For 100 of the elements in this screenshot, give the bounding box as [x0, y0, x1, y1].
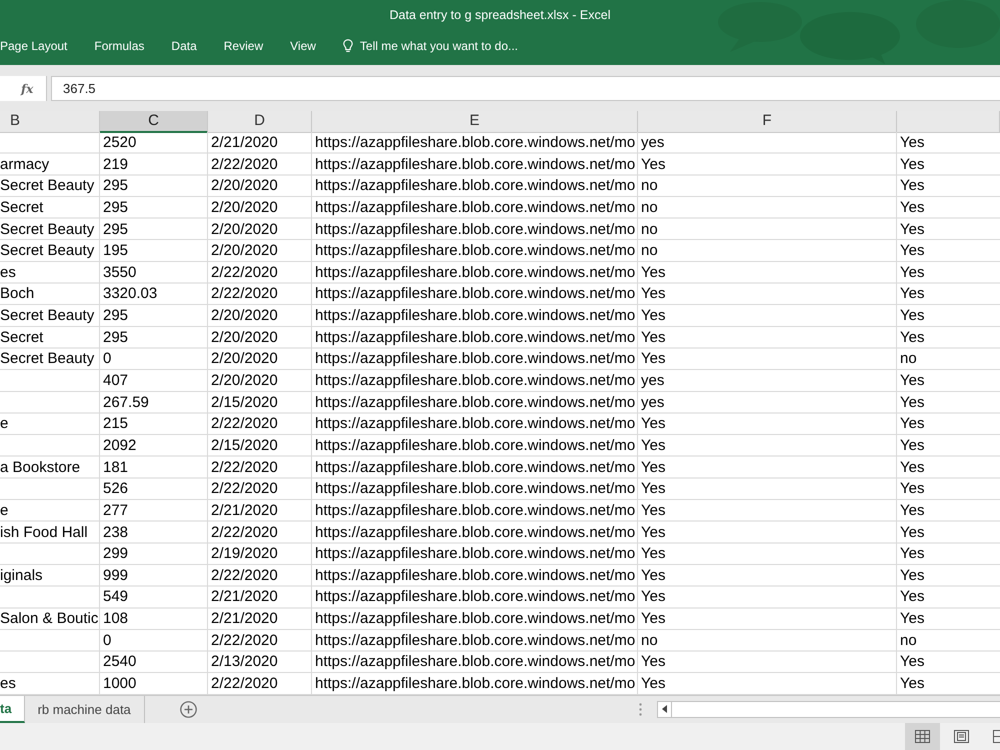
table-cell-text: 219 — [102, 154, 130, 175]
table-cell-text: 549 — [102, 587, 130, 608]
table-cell-text: 526 — [102, 479, 130, 500]
table-cell-text: 295 — [102, 176, 130, 196]
table-cell-text: 2/20/2020 — [210, 328, 279, 348]
table-cell-text: https://azappfileshare.blob.core.windows.net/mo — [314, 500, 636, 521]
table-cell-text: no — [640, 241, 659, 262]
table-cell-text: 2/22/2020 — [210, 674, 279, 694]
table-cell-text: Yes — [899, 371, 926, 392]
table-cell-text: 2/15/2020 — [210, 436, 279, 456]
table-cell-text: no — [640, 198, 659, 218]
ribbon-tab[interactable]: Formulas — [94, 36, 144, 56]
tell-me-search-field[interactable]: Tell me what you want to do... — [342, 36, 518, 56]
table-cell-text: 295 — [102, 198, 130, 218]
table-cell-text: https://azappfileshare.blob.core.windows.net/mo — [314, 349, 636, 370]
column-header[interactable]: F — [638, 111, 897, 133]
table-cell-text: e — [0, 500, 10, 521]
table-cell-text: no — [640, 176, 659, 196]
table-cell-text: Yes — [899, 306, 926, 326]
ribbon-tab[interactable]: View — [290, 36, 316, 56]
table-cell-text: es — [0, 262, 17, 283]
table-cell-text: Yes — [899, 262, 926, 283]
horizontal-scrollbar[interactable] — [657, 700, 1000, 718]
table-cell-text: Yes — [640, 500, 666, 521]
table-cell-text: https://azappfileshare.blob.core.windows.net/mo — [314, 544, 636, 564]
window-title: Data entry to g spreadsheet.xlsx - Excel — [390, 8, 610, 22]
table-cell-text: https://azappfileshare.blob.core.windows.net/mo — [314, 262, 636, 283]
table-cell-text: 2/22/2020 — [210, 566, 279, 586]
table-cell-text: Yes — [640, 479, 666, 500]
ribbon-tab[interactable]: Review — [224, 36, 264, 56]
table-cell-text: no — [640, 220, 659, 240]
table-cell-text: https://azappfileshare.blob.core.windows.net/mo — [314, 674, 636, 694]
table-cell-text: 3550 — [102, 262, 138, 283]
table-cell-text: Yes — [899, 220, 926, 240]
table-cell-text: Yes — [899, 609, 926, 630]
table-cell-text: Yes — [640, 566, 666, 586]
column-header[interactable]: B — [0, 111, 100, 133]
table-cell-text: 2/21/2020 — [210, 133, 279, 153]
table-cell-text: no — [899, 630, 918, 651]
column-header[interactable]: D — [208, 111, 312, 133]
table-cell-text: https://azappfileshare.blob.core.windows.net/mo — [314, 241, 636, 262]
table-cell-text: 2/19/2020 — [210, 544, 279, 564]
table-cell-text: no — [899, 349, 918, 370]
table-cell-text: Yes — [640, 458, 666, 478]
column-header[interactable]: C — [100, 111, 208, 133]
ribbon-tab[interactable]: Page Layout — [0, 36, 68, 56]
table-cell-text: 295 — [102, 328, 130, 348]
table-cell-text: https://azappfileshare.blob.core.windows.net/mo — [314, 198, 636, 218]
table-cell-text: Yes — [640, 652, 666, 672]
table-cell-text: https://azappfileshare.blob.core.windows.net/mo — [314, 566, 636, 586]
table-cell-text: Yes — [640, 544, 666, 564]
table-cell-text: Yes — [899, 500, 926, 521]
table-cell-text: 2/21/2020 — [210, 500, 279, 521]
table-cell-text: Yes — [899, 587, 926, 608]
table-cell-text: Yes — [899, 198, 926, 218]
sheet-tab[interactable]: ta — [0, 696, 25, 723]
formula-input[interactable]: 367.5 — [51, 76, 1000, 101]
table-cell-text: Yes — [899, 522, 926, 543]
table-cell-text: 295 — [102, 220, 130, 240]
table-cell-text: Secret Beauty — [0, 176, 96, 196]
table-cell-text: Yes — [899, 284, 926, 304]
table-cell-text: armacy — [0, 154, 50, 175]
table-cell-text: https://azappfileshare.blob.core.windows.net/mo — [314, 176, 636, 196]
table-cell-text: es — [0, 674, 17, 694]
table-cell-text: Yes — [899, 436, 926, 456]
table-cell-text: https://azappfileshare.blob.core.windows.net/mo — [314, 522, 636, 543]
table-cell-text: https://azappfileshare.blob.core.windows.net/mo — [314, 133, 636, 153]
table-cell-text: 2/22/2020 — [210, 154, 279, 175]
table-cell-text: 195 — [102, 241, 130, 262]
table-cell-text: 2/22/2020 — [210, 458, 279, 478]
table-cell-text: https://azappfileshare.blob.core.windows.net/mo — [314, 284, 636, 304]
table-cell-text: Yes — [640, 154, 666, 175]
table-cell-text: 2/15/2020 — [210, 392, 279, 413]
table-cell-text: iginals — [0, 566, 44, 586]
table-cell-text: Yes — [899, 674, 926, 694]
table-cell-text: Secret — [0, 198, 44, 218]
table-cell-text: Yes — [899, 458, 926, 478]
table-cell-text: https://azappfileshare.blob.core.windows.net/mo — [314, 414, 636, 434]
table-cell-text: 295 — [102, 306, 130, 326]
insert-function-button[interactable]: fx — [0, 76, 47, 101]
column-header[interactable]: E — [312, 111, 638, 133]
table-cell-text: Boch — [0, 284, 36, 304]
table-cell-text: 2/21/2020 — [210, 587, 279, 608]
table-cell-text: Yes — [899, 154, 926, 175]
table-cell-text: https://azappfileshare.blob.core.windows.net/mo — [314, 436, 636, 456]
ribbon-tab[interactable]: Data — [171, 36, 197, 56]
table-cell-text: Yes — [640, 284, 666, 304]
table-cell-text: Yes — [899, 652, 926, 672]
table-cell-text: e — [0, 414, 10, 434]
table-cell-text: https://azappfileshare.blob.core.windows.net/mo — [314, 306, 636, 326]
vertical-dots-icon[interactable] — [639, 702, 642, 716]
table-cell-text: Yes — [640, 306, 666, 326]
table-cell-text: 2/20/2020 — [210, 349, 279, 370]
view-button[interactable] — [905, 722, 940, 750]
add-sheet-icon[interactable] — [180, 700, 197, 718]
table-cell-text: 108 — [102, 609, 130, 630]
table-cell-text: 2/21/2020 — [210, 609, 279, 630]
left-triangle-icon — [662, 705, 667, 714]
table-cell-text: https://azappfileshare.blob.core.windows.net/mo — [314, 371, 636, 392]
table-cell-text: Yes — [640, 349, 666, 370]
